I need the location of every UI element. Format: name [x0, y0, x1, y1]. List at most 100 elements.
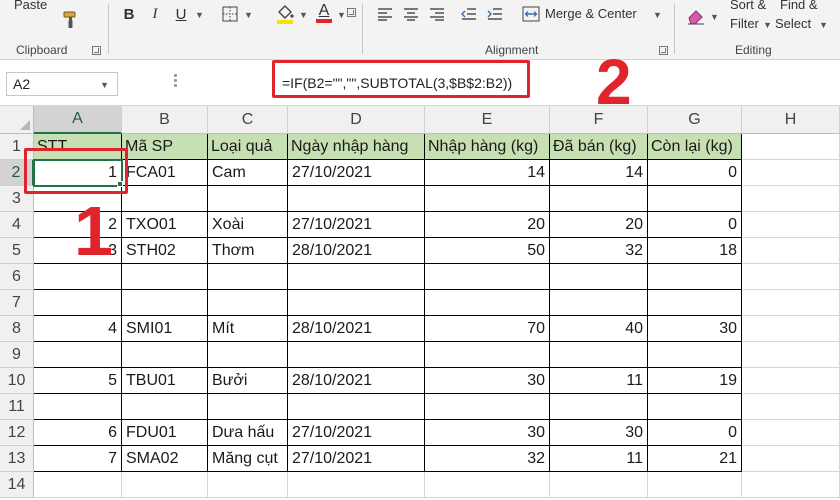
- table-cell[interactable]: TXO01: [122, 212, 208, 238]
- table-cell[interactable]: [122, 394, 208, 420]
- table-cell[interactable]: Thơm: [208, 238, 288, 264]
- empty-cell[interactable]: [742, 368, 840, 394]
- name-box-dropdown-icon[interactable]: ▼: [100, 80, 109, 90]
- empty-cell[interactable]: [208, 472, 288, 498]
- table-cell[interactable]: Măng cụt: [208, 446, 288, 472]
- row-header-1[interactable]: 1: [0, 134, 34, 160]
- find-select-button-line2[interactable]: Select: [775, 16, 811, 31]
- empty-cell[interactable]: [742, 290, 840, 316]
- table-cell[interactable]: [122, 186, 208, 212]
- row-header-8[interactable]: 8: [0, 316, 34, 342]
- row-header-7[interactable]: 7: [0, 290, 34, 316]
- table-cell[interactable]: [34, 342, 122, 368]
- table-cell[interactable]: [550, 290, 648, 316]
- sort-filter-dropdown-icon[interactable]: ▼: [763, 20, 772, 30]
- underline-dropdown-icon[interactable]: ▼: [195, 10, 204, 20]
- table-cell[interactable]: 27/10/2021: [288, 212, 425, 238]
- column-header-e[interactable]: E: [425, 106, 550, 134]
- column-header-b[interactable]: B: [122, 106, 208, 134]
- table-cell[interactable]: 32: [550, 238, 648, 264]
- align-left-icon[interactable]: [375, 4, 395, 24]
- table-cell[interactable]: 20: [550, 212, 648, 238]
- table-cell[interactable]: 20: [425, 212, 550, 238]
- column-header-f[interactable]: F: [550, 106, 648, 134]
- table-cell[interactable]: SMI01: [122, 316, 208, 342]
- table-cell[interactable]: [34, 290, 122, 316]
- table-cell[interactable]: 5: [34, 368, 122, 394]
- empty-cell[interactable]: [742, 212, 840, 238]
- table-cell[interactable]: STH02: [122, 238, 208, 264]
- clear-eraser-icon[interactable]: [685, 6, 707, 26]
- table-cell[interactable]: 28/10/2021: [288, 316, 425, 342]
- font-launcher-icon[interactable]: [347, 8, 356, 17]
- table-cell[interactable]: FDU01: [122, 420, 208, 446]
- row-header-3[interactable]: 3: [0, 186, 34, 212]
- table-cell[interactable]: [288, 394, 425, 420]
- fill-handle[interactable]: [117, 181, 123, 187]
- table-cell[interactable]: [122, 342, 208, 368]
- empty-cell[interactable]: [742, 160, 840, 186]
- empty-cell[interactable]: [742, 316, 840, 342]
- column-header-g[interactable]: G: [648, 106, 742, 134]
- underline-button[interactable]: U: [171, 4, 191, 24]
- empty-cell[interactable]: [742, 264, 840, 290]
- table-cell[interactable]: [425, 264, 550, 290]
- table-cell[interactable]: [648, 342, 742, 368]
- table-cell[interactable]: 30: [648, 316, 742, 342]
- table-cell[interactable]: Mít: [208, 316, 288, 342]
- table-cell[interactable]: 40: [550, 316, 648, 342]
- table-cell[interactable]: [425, 394, 550, 420]
- header-cell[interactable]: Còn lại (kg): [648, 134, 742, 160]
- header-cell[interactable]: STT: [34, 134, 122, 160]
- row-header-4[interactable]: 4: [0, 212, 34, 238]
- empty-cell[interactable]: [742, 446, 840, 472]
- table-cell[interactable]: 27/10/2021: [288, 446, 425, 472]
- name-box[interactable]: A2 ▼: [6, 72, 118, 96]
- merge-center-dropdown-icon[interactable]: ▼: [653, 10, 662, 20]
- table-cell[interactable]: 14: [425, 160, 550, 186]
- alignment-launcher-icon[interactable]: [659, 46, 668, 55]
- empty-cell[interactable]: [288, 472, 425, 498]
- row-header-12[interactable]: 12: [0, 420, 34, 446]
- table-cell[interactable]: 6: [34, 420, 122, 446]
- table-cell[interactable]: 27/10/2021: [288, 420, 425, 446]
- table-cell[interactable]: [550, 394, 648, 420]
- empty-cell[interactable]: [550, 472, 648, 498]
- table-cell[interactable]: 0: [648, 160, 742, 186]
- column-header-a[interactable]: A: [34, 106, 122, 134]
- merge-center-icon[interactable]: [521, 4, 541, 24]
- table-cell[interactable]: 30: [550, 420, 648, 446]
- table-cell[interactable]: [122, 264, 208, 290]
- table-cell[interactable]: [425, 342, 550, 368]
- table-cell[interactable]: TBU01: [122, 368, 208, 394]
- row-header-14[interactable]: 14: [0, 472, 34, 498]
- table-cell[interactable]: Cam: [208, 160, 288, 186]
- header-cell[interactable]: Mã SP: [122, 134, 208, 160]
- table-cell[interactable]: Xoài: [208, 212, 288, 238]
- table-cell[interactable]: [648, 290, 742, 316]
- row-header-2[interactable]: 2: [0, 160, 34, 186]
- table-cell[interactable]: 30: [425, 420, 550, 446]
- table-cell[interactable]: [208, 290, 288, 316]
- table-cell[interactable]: [550, 342, 648, 368]
- empty-cell[interactable]: [742, 342, 840, 368]
- header-cell[interactable]: Loại quả: [208, 134, 288, 160]
- clear-dropdown-icon[interactable]: ▼: [710, 12, 719, 22]
- format-painter-icon[interactable]: [60, 10, 82, 30]
- table-cell[interactable]: 28/10/2021: [288, 238, 425, 264]
- table-cell[interactable]: 19: [648, 368, 742, 394]
- table-cell[interactable]: [34, 394, 122, 420]
- table-cell[interactable]: 14: [550, 160, 648, 186]
- font-color-dropdown-icon[interactable]: ▼: [337, 10, 346, 20]
- table-cell[interactable]: 11: [550, 368, 648, 394]
- table-cell[interactable]: [208, 186, 288, 212]
- empty-cell[interactable]: [742, 134, 840, 160]
- font-color-icon[interactable]: A: [314, 1, 334, 25]
- table-cell[interactable]: [208, 394, 288, 420]
- table-cell[interactable]: 30: [425, 368, 550, 394]
- column-header-c[interactable]: C: [208, 106, 288, 134]
- bold-button[interactable]: B: [119, 4, 139, 24]
- header-cell[interactable]: Đã bán (kg): [550, 134, 648, 160]
- header-cell[interactable]: Nhập hàng (kg): [425, 134, 550, 160]
- table-cell[interactable]: 21: [648, 446, 742, 472]
